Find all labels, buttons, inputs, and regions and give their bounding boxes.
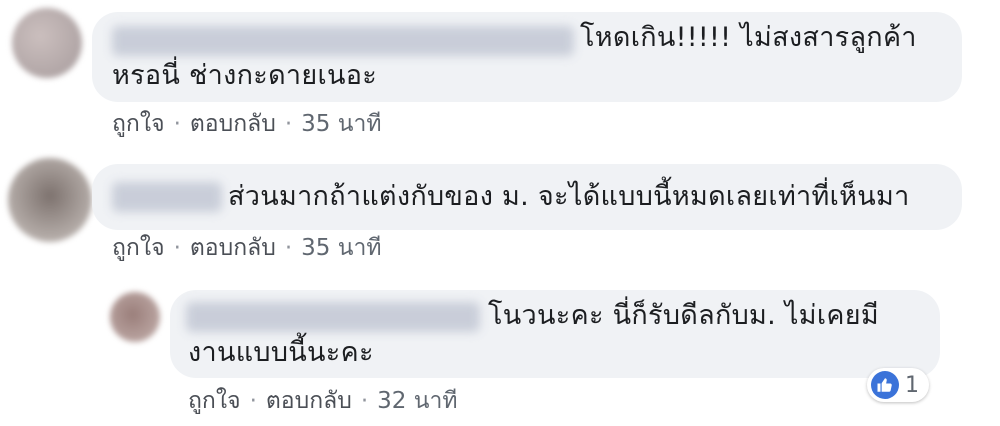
comment-text-line: ส่วนมากถ้าแต่งกับของ ม. จะได้แบบนี้หมดเล…: [228, 181, 910, 212]
reply-actions: ถูกใจ · ตอบกลับ · 32 นาที: [188, 386, 458, 416]
reply-link[interactable]: ตอบกลับ: [190, 109, 276, 139]
commenter-name[interactable]: [112, 182, 222, 212]
comment-timestamp[interactable]: 35 นาที: [301, 233, 381, 263]
reply-link[interactable]: ตอบกลับ: [190, 233, 276, 263]
separator: ·: [284, 111, 293, 137]
commenter-name[interactable]: [112, 26, 574, 56]
like-link[interactable]: ถูกใจ: [188, 386, 241, 416]
like-thumb-icon: [871, 371, 899, 399]
comment-text-line: โหดเกิน!!!!! ไม่สงสารลูกค้า: [580, 22, 917, 53]
comment-actions: ถูกใจ · ตอบกลับ · 35 นาที: [112, 109, 382, 139]
separator: ·: [173, 111, 181, 137]
separator: ·: [360, 388, 369, 414]
replier-name[interactable]: [186, 302, 480, 332]
separator: ·: [173, 235, 181, 261]
like-link[interactable]: ถูกใจ: [112, 109, 165, 139]
comment-text-line: หรอนี่ ช่างกะดายเนอะ: [112, 60, 378, 91]
reply-avatar[interactable]: [110, 292, 160, 342]
reply-timestamp[interactable]: 32 นาที: [377, 386, 457, 416]
comment-actions: ถูกใจ · ตอบกลับ · 35 นาที: [112, 233, 382, 263]
like-link[interactable]: ถูกใจ: [112, 233, 165, 263]
separator: ·: [284, 235, 293, 261]
reply-link[interactable]: ตอบกลับ: [266, 386, 352, 416]
reaction-count: 1: [905, 372, 919, 398]
separator: ·: [249, 388, 257, 414]
commenter-avatar[interactable]: [12, 8, 82, 78]
reaction-summary[interactable]: 1: [867, 368, 929, 402]
comment-timestamp[interactable]: 35 นาที: [301, 109, 381, 139]
commenter-avatar[interactable]: [8, 158, 92, 242]
reply-text-line: โนวนะคะ นี่ก็รับดีลกับม. ไม่เคยมี: [488, 300, 879, 331]
reply-text-line: งานแบบนี้นะคะ: [188, 337, 374, 368]
